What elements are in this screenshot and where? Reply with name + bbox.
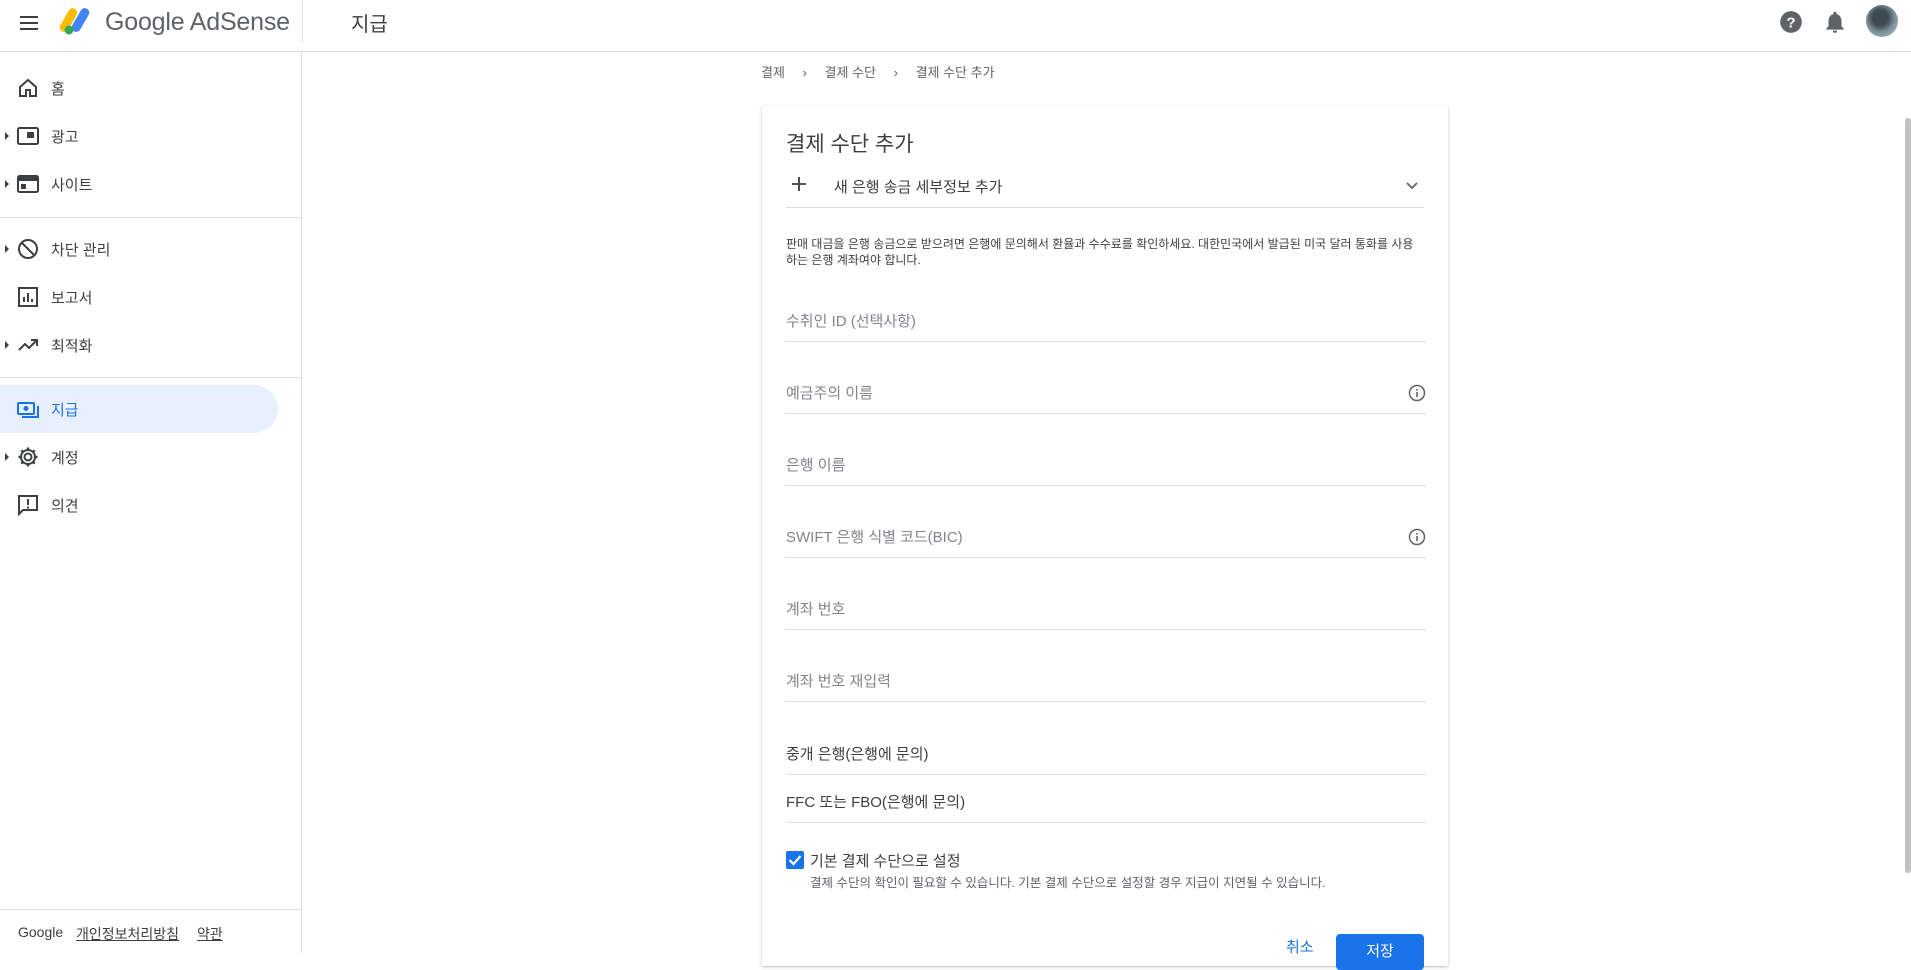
sidebar-item-home[interactable]: 홈 <box>0 64 278 112</box>
privacy-link[interactable]: 개인정보처리방침 <box>76 924 179 944</box>
top-app-bar: Google AdSense 지급 ? <box>0 0 1911 52</box>
sidebar-item-label: 지급 <box>51 402 79 419</box>
sidebar: 홈 광고 사이트 차단 관리 보고서 최적화 지급 계정 의견 Google 개… <box>0 52 302 953</box>
menu-icon[interactable] <box>16 10 42 36</box>
default-method-checkbox[interactable] <box>786 851 804 869</box>
account-avatar[interactable] <box>1866 5 1898 37</box>
sidebar-item-payments[interactable]: 지급 <box>0 385 278 433</box>
info-icon[interactable] <box>1408 528 1426 546</box>
chevron-down-icon <box>1406 182 1418 190</box>
plus-icon <box>792 177 806 191</box>
sites-icon <box>17 175 39 193</box>
sidebar-item-optimization[interactable]: 최적화 <box>0 321 278 369</box>
info-icon[interactable] <box>1408 384 1426 402</box>
notifications-icon[interactable] <box>1822 9 1848 35</box>
ffc-fbo-input[interactable] <box>786 789 1386 815</box>
add-payment-method-card: 결제 수단 추가 새 은행 송금 세부정보 추가 판매 대금을 은행 송금으로 … <box>762 106 1448 970</box>
reports-icon <box>18 287 38 307</box>
save-button[interactable]: 저장 <box>1336 934 1424 970</box>
account-number-field <box>786 588 1426 630</box>
bank-name-input[interactable] <box>786 452 1386 478</box>
gear-icon <box>18 447 38 467</box>
adsense-logo <box>60 8 90 35</box>
breadcrumb-separator-icon: › <box>802 65 807 80</box>
sidebar-item-label: 광고 <box>51 129 79 146</box>
sidebar-item-label: 사이트 <box>51 177 93 194</box>
sidebar-footer: Google 개인정보처리방침 약관 <box>0 909 302 953</box>
trending-up-icon <box>18 339 38 351</box>
default-method-label: 기본 결제 수단으로 설정 <box>810 853 961 870</box>
expand-caret-icon <box>5 341 9 349</box>
breadcrumb-item-payment-methods[interactable]: 결제 수단 <box>825 65 876 80</box>
breadcrumb-item-add-method: 결제 수단 추가 <box>915 65 995 80</box>
payee-id-field <box>786 300 1426 342</box>
payee-id-input[interactable] <box>786 308 1386 334</box>
sidebar-item-label: 차단 관리 <box>51 242 111 259</box>
intermediary-bank-field <box>786 733 1426 775</box>
cancel-button[interactable]: 취소 <box>1286 936 1314 957</box>
sidebar-item-ads[interactable]: 광고 <box>0 112 278 160</box>
breadcrumb-item-payments[interactable]: 결제 <box>761 65 785 80</box>
sidebar-item-blocking[interactable]: 차단 관리 <box>0 225 278 273</box>
page-scrollbar[interactable] <box>1905 118 1911 873</box>
expand-caret-icon <box>5 245 9 253</box>
footer-google: Google <box>18 924 64 940</box>
expand-caret-icon <box>5 453 9 461</box>
terms-link[interactable]: 약관 <box>197 924 223 944</box>
payment-method-select[interactable]: 새 은행 송금 세부정보 추가 <box>786 168 1424 208</box>
sidebar-item-feedback[interactable]: 의견 <box>0 481 278 529</box>
help-icon[interactable]: ? <box>1778 9 1804 35</box>
expand-caret-icon <box>5 180 9 188</box>
sidebar-item-label: 보고서 <box>51 290 93 307</box>
swift-code-input[interactable] <box>786 524 1386 550</box>
breadcrumb-separator-icon: › <box>893 65 898 80</box>
account-holder-field <box>786 372 1426 414</box>
block-icon <box>18 239 38 259</box>
default-method-sublabel: 결제 수단의 확인이 필요할 수 있습니다. 기본 결제 수단으로 설정할 경우… <box>810 876 1326 890</box>
sidebar-item-reports[interactable]: 보고서 <box>0 273 278 321</box>
sidebar-item-label: 최적화 <box>51 338 93 355</box>
account-number-confirm-input[interactable] <box>786 668 1386 694</box>
intermediary-bank-input[interactable] <box>786 741 1386 767</box>
page-title: 지급 <box>351 14 388 36</box>
ads-icon <box>17 127 39 145</box>
ffc-fbo-field <box>786 781 1426 823</box>
home-icon <box>19 78 37 97</box>
brand-name: Google AdSense <box>105 8 290 36</box>
account-holder-input[interactable] <box>786 380 1386 406</box>
sidebar-item-sites[interactable]: 사이트 <box>0 160 278 208</box>
account-number-confirm-field <box>786 660 1426 702</box>
default-payment-option: 기본 결제 수단으로 설정 결제 수단의 확인이 필요할 수 있습니다. 기본 … <box>786 848 1426 892</box>
sidebar-item-label: 계정 <box>51 450 79 467</box>
payments-icon <box>17 402 39 418</box>
expand-caret-icon <box>5 132 9 140</box>
svg-text:?: ? <box>1786 14 1795 31</box>
bank-transfer-description: 판매 대금을 은행 송금으로 받으려면 은행에 문의해서 환율과 수수료를 확인… <box>786 237 1414 267</box>
sidebar-divider <box>0 217 302 218</box>
sidebar-item-label: 홈 <box>51 81 65 98</box>
top-divider <box>302 0 303 42</box>
payment-method-label: 새 은행 송금 세부정보 추가 <box>834 179 1003 196</box>
sidebar-divider <box>0 377 302 378</box>
feedback-icon <box>18 495 38 517</box>
sidebar-item-label: 의견 <box>51 498 79 515</box>
breadcrumb: 결제 › 결제 수단 › 결제 수단 추가 <box>761 62 1009 81</box>
bank-name-field <box>786 444 1426 486</box>
swift-code-field <box>786 516 1426 558</box>
account-number-input[interactable] <box>786 596 1386 622</box>
sidebar-item-account[interactable]: 계정 <box>0 433 278 481</box>
card-title: 결제 수단 추가 <box>786 133 914 156</box>
